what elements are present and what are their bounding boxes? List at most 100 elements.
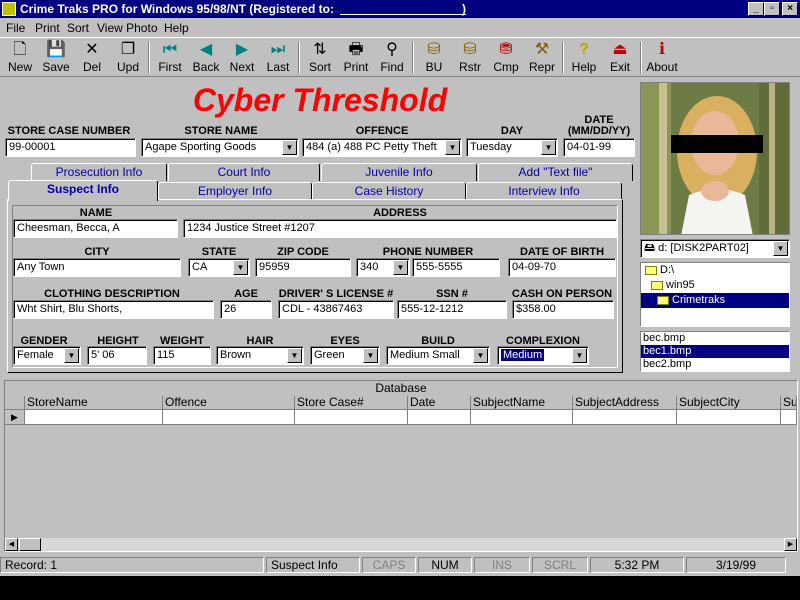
tab-prosecution-info[interactable]: Prosecution Info (31, 163, 167, 181)
compact-button[interactable]: ⛃ Cmp (488, 40, 524, 76)
ssn-field[interactable]: 555-12-1212 (397, 300, 507, 319)
address-field[interactable]: 1234 Justice Street #1207 (183, 219, 617, 238)
state-select[interactable]: CA ▼ (188, 258, 250, 277)
tab-employer-info[interactable]: Employer Info (158, 182, 312, 200)
tab-court-info[interactable]: Court Info (168, 163, 320, 181)
chevron-down-icon[interactable]: ▼ (233, 260, 248, 275)
age-field[interactable]: 26 (220, 300, 272, 319)
file-item[interactable]: bec2.bmp (641, 358, 789, 371)
chevron-down-icon[interactable]: ▼ (287, 348, 302, 363)
next-record-button[interactable]: ▶ Next (224, 40, 260, 76)
find-button[interactable]: ⚲ Find (374, 40, 410, 76)
scroll-left-icon[interactable]: ◀ (5, 538, 18, 551)
horizontal-scrollbar[interactable]: ◀ ▶ (5, 538, 797, 551)
grid-cell[interactable] (781, 410, 797, 425)
hair-select[interactable]: Brown ▼ (216, 346, 304, 365)
gender-select[interactable]: Female ▼ (13, 346, 81, 365)
tab-interview-info[interactable]: Interview Info (466, 182, 622, 200)
menu-view-photo[interactable]: View Photo (97, 21, 158, 35)
cash-field[interactable]: $358.00 (512, 300, 614, 319)
about-button[interactable]: ℹ About (644, 40, 680, 76)
print-button[interactable]: 🖶 Print (338, 40, 374, 76)
scroll-right-icon[interactable]: ▶ (784, 538, 797, 551)
column-header[interactable]: StoreName (25, 396, 163, 410)
row-selector-arrow-icon[interactable]: ▶ (5, 410, 25, 425)
new-button[interactable]: 🗋 New (2, 40, 38, 76)
chevron-down-icon[interactable]: ▼ (773, 241, 788, 256)
update-button[interactable]: ❐ Upd (110, 40, 146, 76)
chevron-down-icon[interactable]: ▼ (572, 348, 587, 363)
complexion-select[interactable]: Medium ▼ (497, 346, 589, 365)
name-field[interactable]: Cheesman, Becca, A (13, 219, 178, 238)
menu-print[interactable]: Print (35, 21, 60, 35)
save-button[interactable]: 💾 Save (38, 40, 74, 76)
directory-list[interactable]: D:\ win95 Crimetraks (640, 262, 790, 327)
column-header[interactable]: Store Case# (295, 396, 408, 410)
day-select[interactable]: Tuesday ▼ (466, 138, 558, 157)
menu-sort[interactable]: Sort (67, 21, 89, 35)
grid-cell[interactable] (573, 410, 677, 425)
maximize-icon[interactable]: ▫ (764, 2, 780, 16)
store-case-number-field[interactable]: 99-00001 (5, 138, 136, 157)
height-field[interactable]: 5' 06 (87, 346, 147, 365)
column-header[interactable]: Su (781, 396, 797, 410)
column-header[interactable]: SubjectName (471, 396, 573, 410)
drive-select[interactable]: 🖴 d: [DISK2PART02] ▼ (640, 239, 790, 258)
area-code-select[interactable]: 340 ▼ (356, 258, 410, 277)
build-select[interactable]: Medium Small ▼ (386, 346, 490, 365)
grid-cell[interactable] (471, 410, 573, 425)
chevron-down-icon[interactable]: ▼ (541, 140, 556, 155)
scroll-thumb[interactable] (19, 538, 41, 551)
chevron-down-icon[interactable]: ▼ (473, 348, 488, 363)
chevron-down-icon[interactable]: ▼ (64, 348, 79, 363)
column-header[interactable]: SubjectCity (677, 396, 781, 410)
close-icon[interactable]: × (782, 2, 798, 16)
menu-file[interactable]: File (6, 21, 25, 35)
chevron-down-icon[interactable]: ▼ (282, 140, 297, 155)
clothing-field[interactable]: Wht Shirt, Blu Shorts, (13, 300, 214, 319)
dir-item-root[interactable]: D:\ (641, 263, 789, 278)
grid-cell[interactable] (25, 410, 163, 425)
first-record-button[interactable]: ⏮ First (152, 40, 188, 76)
help-button[interactable]: ? Help (566, 40, 602, 76)
file-item[interactable]: bec1.bmp (641, 345, 789, 358)
weight-field[interactable]: 115 (153, 346, 211, 365)
city-field[interactable]: Any Town (13, 258, 181, 277)
restore-button[interactable]: ⛁ Rstr (452, 40, 488, 76)
column-header[interactable]: SubjectAddress (573, 396, 677, 410)
sort-button[interactable]: ⇅ Sort (302, 40, 338, 76)
tab-add-text-file[interactable]: Add "Text file" (478, 163, 633, 181)
last-record-button[interactable]: ⏭ Last (260, 40, 296, 76)
zip-field[interactable]: 95959 (255, 258, 351, 277)
column-header[interactable]: Offence (163, 396, 295, 410)
tab-case-history[interactable]: Case History (312, 182, 466, 200)
back-record-button[interactable]: ◀ Back (188, 40, 224, 76)
file-list[interactable]: bec.bmp bec1.bmp bec2.bmp (640, 331, 790, 372)
tab-suspect-info[interactable]: Suspect Info (8, 180, 158, 201)
date-field[interactable]: 04-01-99 (563, 138, 635, 157)
repair-button[interactable]: ⚒ Repr (524, 40, 560, 76)
store-name-select[interactable]: Agape Sporting Goods ▼ (141, 138, 299, 157)
backup-button[interactable]: ⛁ BU (416, 40, 452, 76)
dob-field[interactable]: 04-09-70 (508, 258, 616, 277)
phone-field[interactable]: 555-5555 (412, 258, 500, 277)
menu-help[interactable]: Help (164, 21, 189, 35)
grid-cell[interactable] (677, 410, 781, 425)
chevron-down-icon[interactable]: ▼ (363, 348, 378, 363)
delete-button[interactable]: ✕ Del (74, 40, 110, 76)
exit-button[interactable]: ⏏ Exit (602, 40, 638, 76)
eyes-select[interactable]: Green ▼ (310, 346, 380, 365)
tab-juvenile-info[interactable]: Juvenile Info (321, 163, 477, 181)
grid-cell[interactable] (163, 410, 295, 425)
license-field[interactable]: CDL - 43867463 (278, 300, 394, 319)
grid-cell[interactable] (408, 410, 471, 425)
chevron-down-icon[interactable]: ▼ (445, 140, 460, 155)
dir-item-crimetraks[interactable]: Crimetraks (641, 293, 789, 308)
column-header[interactable]: Date (408, 396, 471, 410)
chevron-down-icon[interactable]: ▼ (393, 260, 408, 275)
dir-item-win95[interactable]: win95 (641, 278, 789, 293)
grid-cell[interactable] (295, 410, 408, 425)
minimize-icon[interactable]: _ (748, 2, 764, 16)
offence-select[interactable]: 484 (a) 488 PC Petty Theft ▼ (302, 138, 462, 157)
file-item[interactable]: bec.bmp (641, 332, 789, 345)
